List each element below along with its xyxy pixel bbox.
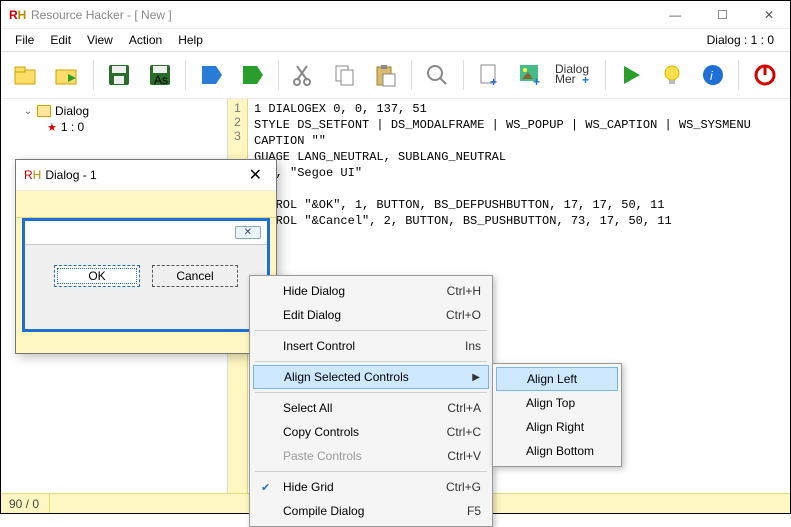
dialog-preview-title: Dialog - 1 (45, 168, 96, 182)
svg-text:+: + (533, 75, 540, 88)
menu-align-selected[interactable]: Align Selected Controls▶ (253, 365, 489, 389)
open-folder-icon[interactable] (9, 57, 44, 93)
menu-align-right[interactable]: Align Right (496, 415, 618, 439)
dialog-preview-window[interactable]: RH Dialog - 1 ✕ ✕ OK Cancel (15, 159, 277, 354)
copy-icon[interactable] (327, 57, 362, 93)
power-icon[interactable] (747, 57, 782, 93)
play-icon[interactable] (614, 57, 649, 93)
open-folder-play-icon[interactable] (50, 57, 85, 93)
window-controls: — ☐ ✕ (661, 6, 782, 24)
resource-path-status: Dialog : 1 : 0 (707, 33, 784, 47)
svg-text:+: + (490, 75, 497, 88)
line-number: 2 (234, 115, 241, 129)
line-number: 3 (234, 129, 241, 143)
toolbar: As + + DialogMer+ i (1, 51, 790, 99)
menu-select-all[interactable]: Select AllCtrl+A (253, 396, 489, 420)
save-icon[interactable] (102, 57, 137, 93)
menubar: File Edit View Action Help Dialog : 1 : … (1, 29, 790, 51)
tree-node-resource[interactable]: ★ 1 : 0 (7, 119, 221, 135)
menu-align-left[interactable]: Align Left (496, 367, 618, 391)
svg-text:As: As (154, 73, 168, 87)
cursor-position: 90 / 0 (9, 497, 39, 511)
tag-green-icon[interactable] (235, 57, 270, 93)
menu-file[interactable]: File (7, 31, 42, 49)
menu-align-bottom[interactable]: Align Bottom (496, 439, 618, 463)
window-title: Resource Hacker - [ New ] (31, 8, 172, 22)
context-menu: Hide DialogCtrl+H Edit DialogCtrl+O Inse… (249, 275, 493, 527)
tree-label: Dialog (55, 104, 89, 118)
tree-label: 1 : 0 (61, 120, 84, 134)
cancel-button[interactable]: Cancel (152, 265, 238, 287)
folder-icon (37, 105, 51, 117)
search-icon[interactable] (420, 57, 455, 93)
lightbulb-icon[interactable] (655, 57, 690, 93)
close-icon[interactable]: ✕ (243, 165, 268, 185)
dialog-canvas[interactable]: ✕ OK Cancel (16, 218, 276, 353)
dialog-preview-titlebar[interactable]: RH Dialog - 1 ✕ (16, 160, 276, 190)
add-image-icon[interactable]: + (512, 57, 547, 93)
preview-dialog-titlebar: ✕ (25, 221, 267, 245)
minimize-button[interactable]: — (661, 6, 689, 24)
menu-align-top[interactable]: Align Top (496, 391, 618, 415)
menu-view[interactable]: View (79, 31, 121, 49)
app-icon: RH (24, 168, 41, 182)
add-page-icon[interactable]: + (472, 57, 507, 93)
menu-hide-grid[interactable]: ✔Hide GridCtrl+G (253, 475, 489, 499)
tag-blue-icon[interactable] (194, 57, 229, 93)
app-icon: RH (9, 7, 25, 23)
menu-compile-dialog[interactable]: Compile DialogF5 (253, 499, 489, 523)
menu-paste-controls: Paste ControlsCtrl+V (253, 444, 489, 468)
ok-button[interactable]: OK (54, 265, 140, 287)
dialog-menu-icon[interactable]: DialogMer+ (553, 57, 597, 93)
menu-edit-dialog[interactable]: Edit DialogCtrl+O (253, 303, 489, 327)
menu-help[interactable]: Help (170, 31, 211, 49)
svg-text:i: i (710, 69, 713, 83)
cut-icon[interactable] (287, 57, 322, 93)
menu-hide-dialog[interactable]: Hide DialogCtrl+H (253, 279, 489, 303)
chevron-right-icon: ▶ (472, 372, 480, 383)
menu-insert-control[interactable]: Insert ControlIns (253, 334, 489, 358)
tree-node-dialog[interactable]: ⌄ Dialog (7, 103, 221, 119)
paste-icon[interactable] (368, 57, 403, 93)
check-icon: ✔ (261, 481, 270, 494)
star-icon: ★ (47, 121, 57, 134)
titlebar: RH Resource Hacker - [ New ] — ☐ ✕ (1, 1, 790, 29)
save-as-icon[interactable]: As (142, 57, 177, 93)
align-submenu: Align Left Align Top Align Right Align B… (492, 363, 622, 467)
preview-dialog-frame[interactable]: ✕ OK Cancel (22, 218, 270, 332)
close-button[interactable]: ✕ (756, 6, 782, 24)
info-icon[interactable]: i (696, 57, 731, 93)
line-number: 1 (234, 101, 241, 115)
dialog-close-icon[interactable]: ✕ (235, 226, 261, 239)
collapse-icon[interactable]: ⌄ (23, 106, 33, 117)
svg-text:Mer: Mer (555, 72, 576, 86)
menu-action[interactable]: Action (121, 31, 170, 49)
svg-text:+: + (582, 73, 589, 87)
menu-copy-controls[interactable]: Copy ControlsCtrl+C (253, 420, 489, 444)
dialog-preview-toolbar (16, 190, 276, 218)
menu-edit[interactable]: Edit (42, 31, 79, 49)
maximize-button[interactable]: ☐ (709, 6, 736, 24)
